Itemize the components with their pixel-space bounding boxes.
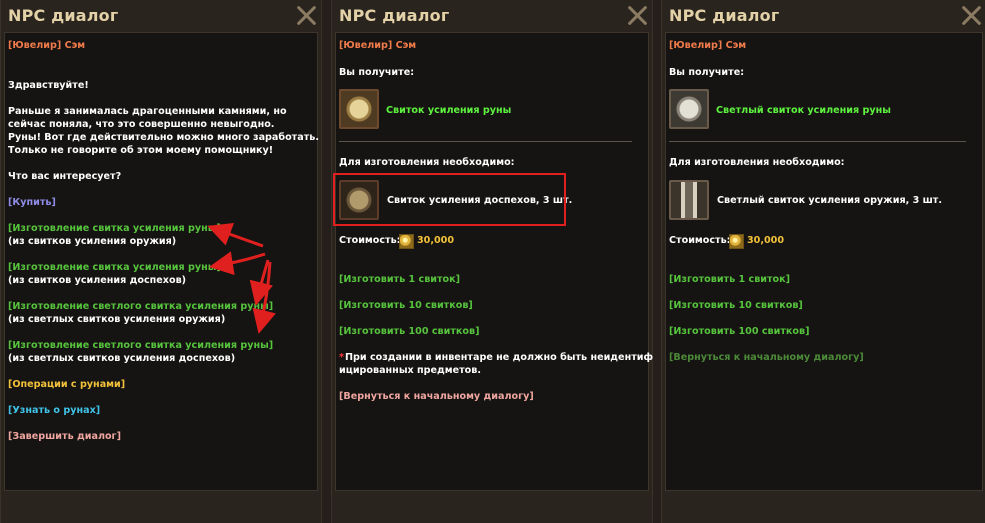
close-icon[interactable] [295,4,317,26]
dialog-body-line: Руны! Вот где действительно можно много … [8,132,319,143]
cost-label: Стоимость: [339,235,401,246]
light-weapon-scroll-icon[interactable] [669,180,709,220]
dialog-content: [Ювелир] Сэм Вы получите: Свиток усилени… [335,32,653,491]
craft-10-link[interactable]: [Изготовить 10 свитков] [669,299,803,312]
cost-label: Стоимость: [669,235,731,246]
receive-label: Вы получите: [339,67,415,78]
cost-value: 30,000 [417,235,455,246]
dialog-content: [Ювелир] Сэм Здравствуйте! Раньше я зани… [4,32,319,491]
required-label: Для изготовления необходимо: [669,157,845,168]
craft-option-link[interactable]: [Изготовление свитка усиления руны] [8,222,221,235]
dialog-body-line: Только не говорите об этом моему помощни… [8,145,274,156]
light-rune-scroll-icon[interactable] [669,89,709,129]
npc-name: [Ювелир] Сэм [339,40,417,51]
craft-1-link[interactable]: [Изготовить 1 свиток] [339,273,460,286]
gold-coin-icon [729,234,744,249]
note-text: ицированных предметов. [339,365,481,376]
titlebar: NPC диалог [1,0,321,32]
craft-option-link[interactable]: [Изготовление свитка усиления руны] [8,261,221,274]
highlight-box [333,173,566,226]
rune-operations-link[interactable]: [Операции с рунами] [8,378,125,391]
npc-dialog-window-1: NPC диалог [Ювелир] Сэм Здравствуйте! Ра… [0,0,322,523]
titlebar: NPC диалог [662,0,985,32]
craft-option-subtext: (из светлых свитков усиления оружия) [8,314,226,325]
cost-value: 30,000 [747,235,785,246]
craft-option-link[interactable]: [Изготовление светлого свитка усиления р… [8,339,273,352]
window-title: NPC диалог [339,6,450,25]
dialog-content: [Ювелир] Сэм Вы получите: Светлый свиток… [665,32,983,491]
npc-name: [Ювелир] Сэм [8,40,86,51]
craft-100-link[interactable]: [Изготовить 100 свитков] [339,325,479,338]
greeting-text: Здравствуйте! [8,80,89,91]
rune-scroll-icon[interactable] [339,89,379,129]
titlebar: NPC диалог [332,0,652,32]
question-text: Что вас интересует? [8,171,122,182]
dialog-body-line: сейчас поняла, что это совершенно невыго… [8,119,275,130]
dialog-body-line: Раньше я занималась драгоценными камнями… [8,106,287,117]
close-icon[interactable] [626,4,648,26]
note-text: При создании в инвентаре не должно быть … [345,352,653,363]
craft-option-subtext: (из свитков усиления оружия) [8,236,177,247]
receive-label: Вы получите: [669,67,745,78]
window-title: NPC диалог [8,6,119,25]
back-to-dialog-link[interactable]: [Вернуться к начальному диалогу] [669,351,864,364]
npc-dialog-window-3: NPC диалог [Ювелир] Сэм Вы получите: Све… [661,0,985,523]
craft-1-link[interactable]: [Изготовить 1 свиток] [669,273,790,286]
craft-10-link[interactable]: [Изготовить 10 свитков] [339,299,473,312]
learn-runes-link[interactable]: [Узнать о рунах] [8,404,100,417]
gold-coin-icon [399,234,414,249]
divider [669,141,966,142]
buy-link[interactable]: [Купить] [8,196,56,209]
reward-item-name: Светлый свиток усиления руны [716,105,891,116]
note-marker: * [339,352,345,363]
craft-100-link[interactable]: [Изготовить 100 свитков] [669,325,809,338]
npc-name: [Ювелир] Сэм [669,40,747,51]
end-dialog-link[interactable]: [Завершить диалог] [8,430,121,443]
craft-option-subtext: (из свитков усиления доспехов) [8,275,187,286]
window-title: NPC диалог [669,6,780,25]
required-label: Для изготовления необходимо: [339,157,515,168]
reward-item-name: Свиток усиления руны [386,105,512,116]
craft-option-link[interactable]: [Изготовление светлого свитка усиления р… [8,300,273,313]
npc-dialog-window-2: NPC диалог [Ювелир] Сэм Вы получите: Сви… [331,0,653,523]
craft-option-subtext: (из светлых свитков усиления доспехов) [8,353,236,364]
required-item-name: Светлый свиток усиления оружия, 3 шт. [717,195,943,206]
divider [339,141,632,142]
back-to-dialog-link[interactable]: [Вернуться к начальному диалогу] [339,390,534,403]
close-icon[interactable] [960,4,982,26]
